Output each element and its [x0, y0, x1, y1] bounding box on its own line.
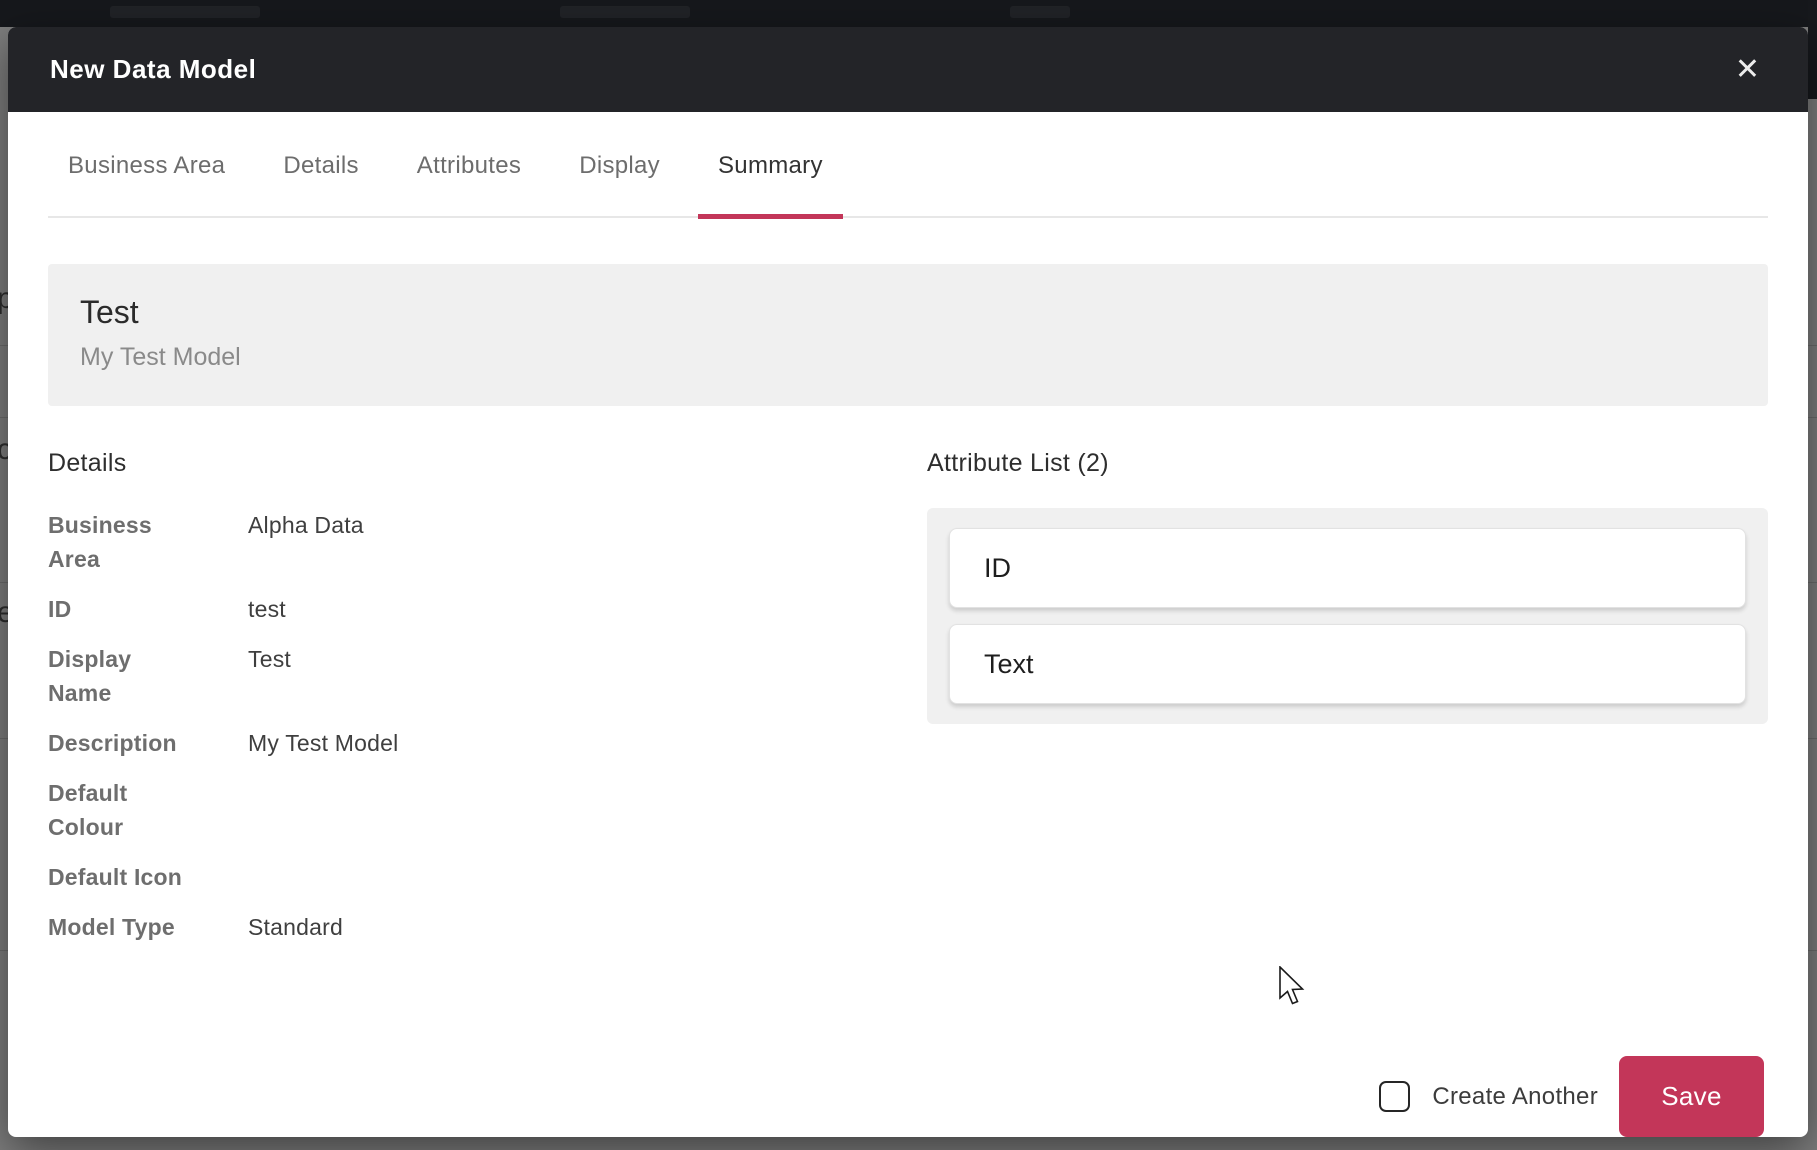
dimmed-topbar-item: [560, 6, 690, 18]
detail-row-display-name: Display Name Test: [48, 642, 927, 710]
new-data-model-dialog: New Data Model ✕ Business Area Details A…: [8, 27, 1808, 1137]
tab-display[interactable]: Display: [559, 152, 680, 216]
attribute-list-panel: ID Text: [927, 508, 1768, 724]
model-name: Test: [80, 294, 1736, 331]
detail-row-id: ID test: [48, 592, 927, 626]
detail-value: test: [248, 592, 927, 626]
detail-value: Test: [248, 642, 927, 710]
attribute-list-section: Attribute List (2) ID Text: [927, 449, 1768, 960]
model-description: My Test Model: [80, 343, 1736, 372]
close-icon[interactable]: ✕: [1729, 51, 1766, 89]
dimmed-topbar-item: [1010, 6, 1070, 18]
tab-details[interactable]: Details: [263, 152, 378, 216]
detail-row-model-type: Model Type Standard: [48, 910, 927, 944]
detail-label: Description: [48, 726, 248, 760]
dimmed-topbar-item: [110, 6, 260, 18]
detail-row-business-area: Business Area Alpha Data: [48, 508, 927, 576]
dialog-header: New Data Model ✕: [8, 27, 1808, 112]
detail-label: Default Icon: [48, 860, 248, 894]
detail-value: My Test Model: [248, 726, 927, 760]
attribute-card-text[interactable]: Text: [949, 624, 1746, 704]
dialog-body: Business Area Details Attributes Display…: [8, 152, 1808, 1137]
detail-label: Business Area: [48, 508, 248, 576]
detail-value: [248, 776, 927, 844]
dimmed-topbar-edge: [1808, 0, 1817, 99]
tab-attributes[interactable]: Attributes: [397, 152, 541, 216]
detail-label: Model Type: [48, 910, 248, 944]
dialog-footer: Create Another Save: [1379, 1056, 1764, 1137]
detail-value: Alpha Data: [248, 508, 927, 576]
detail-value: [248, 860, 927, 894]
details-heading: Details: [48, 449, 927, 478]
detail-value: Standard: [248, 910, 927, 944]
dialog-title: New Data Model: [50, 54, 256, 85]
create-another-checkbox[interactable]: [1379, 1081, 1410, 1112]
attribute-list-heading: Attribute List (2): [927, 449, 1768, 478]
detail-label: ID: [48, 592, 248, 626]
model-summary-banner: Test My Test Model: [48, 264, 1768, 406]
details-section: Details Business Area Alpha Data ID test…: [48, 449, 927, 960]
tab-bar: Business Area Details Attributes Display…: [48, 152, 1768, 218]
attribute-card-id[interactable]: ID: [949, 528, 1746, 608]
detail-row-default-colour: Default Colour: [48, 776, 927, 844]
dimmed-app-topbar: [0, 0, 1817, 27]
create-another-label[interactable]: Create Another: [1432, 1083, 1598, 1111]
detail-label: Default Colour: [48, 776, 248, 844]
detail-row-default-icon: Default Icon: [48, 860, 927, 894]
tab-summary[interactable]: Summary: [698, 152, 843, 216]
detail-row-description: Description My Test Model: [48, 726, 927, 760]
save-button[interactable]: Save: [1619, 1056, 1764, 1137]
mouse-cursor-icon: [1278, 966, 1306, 1006]
detail-label: Display Name: [48, 642, 248, 710]
tab-business-area[interactable]: Business Area: [48, 152, 245, 216]
